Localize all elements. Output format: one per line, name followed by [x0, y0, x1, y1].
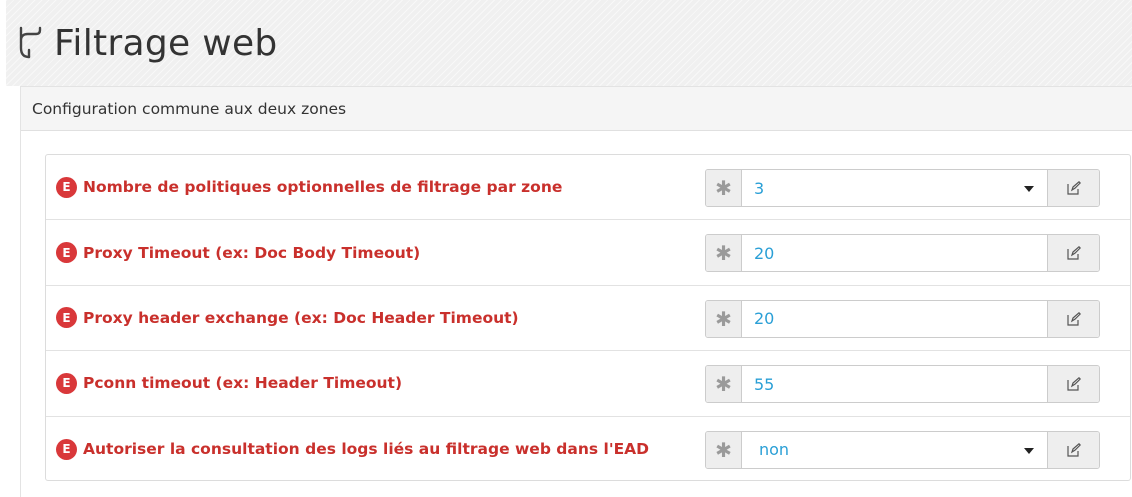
field-label-text: Proxy header exchange (ex: Doc Header Ti…	[83, 308, 519, 327]
select-value-area[interactable]: 3	[742, 170, 1047, 206]
form-row: E Pconn timeout (ex: Header Timeout) ✱ 5…	[46, 351, 1130, 417]
edit-button[interactable]	[1047, 431, 1099, 468]
form-box: E Nombre de politiques optionnelles de f…	[45, 154, 1131, 481]
chevron-down-icon	[1024, 186, 1034, 192]
pconn-timeout-field[interactable]: ✱ 55	[705, 365, 1100, 404]
edit-icon	[1066, 377, 1081, 391]
field-label-text: Pconn timeout (ex: Header Timeout)	[83, 374, 403, 393]
text-input[interactable]: 20	[742, 301, 1047, 337]
policies-select[interactable]: ✱ 3	[705, 169, 1100, 207]
page-title-text: Filtrage web	[54, 22, 278, 64]
field-label: E Proxy Timeout (ex: Doc Body Timeout)	[56, 220, 420, 284]
chevron-down-icon	[1024, 447, 1034, 454]
edit-icon	[1066, 311, 1081, 326]
field-label: E Nombre de politiques optionnelles de f…	[56, 155, 562, 219]
asterisk-icon: ✱	[706, 235, 742, 272]
asterisk-icon: ✱	[706, 431, 742, 468]
edit-button[interactable]	[1047, 235, 1099, 272]
select-value: non	[759, 440, 790, 460]
select-value-area[interactable]: non	[742, 431, 1047, 468]
ead-logs-select[interactable]: ✱ non	[705, 430, 1100, 469]
edit-button[interactable]	[1047, 170, 1099, 206]
input-value: 20	[754, 309, 775, 329]
form-row: E Proxy header exchange (ex: Doc Header …	[46, 286, 1130, 352]
page-title: Filtrage web	[16, 18, 278, 68]
field-label: E Proxy header exchange (ex: Doc Header …	[56, 286, 519, 350]
expert-badge-icon: E	[56, 176, 77, 198]
input-value: 20	[754, 243, 775, 263]
form-row: E Proxy Timeout (ex: Doc Body Timeout) ✱…	[46, 220, 1130, 286]
asterisk-icon: ✱	[706, 366, 742, 403]
select-value: 3	[754, 178, 765, 198]
text-input[interactable]: 55	[742, 366, 1047, 402]
expert-badge-icon: E	[56, 242, 77, 264]
edit-button[interactable]	[1047, 366, 1099, 403]
panel-heading: Configuration commune aux deux zones	[21, 87, 1132, 131]
proxy-header-exchange-field[interactable]: ✱ 20	[705, 299, 1100, 338]
field-label: E Pconn timeout (ex: Header Timeout)	[56, 351, 402, 415]
edit-icon	[1066, 181, 1081, 195]
expert-badge-icon: E	[56, 372, 77, 394]
field-label: E Autoriser la consultation des logs lié…	[56, 417, 649, 482]
field-label-text: Proxy Timeout (ex: Doc Body Timeout)	[83, 243, 421, 262]
form-row: E Autoriser la consultation des logs lié…	[46, 417, 1130, 482]
edit-button[interactable]	[1047, 300, 1099, 337]
edit-icon	[1066, 246, 1081, 260]
expert-badge-icon: E	[56, 307, 77, 329]
field-label-text: Nombre de politiques optionnelles de fil…	[83, 178, 563, 197]
config-panel: Configuration commune aux deux zones E N…	[20, 86, 1132, 497]
asterisk-icon: ✱	[706, 300, 742, 337]
asterisk-icon: ✱	[706, 170, 742, 206]
input-value: 55	[754, 374, 775, 394]
expert-badge-icon: E	[56, 438, 77, 460]
fork-branch-icon	[16, 26, 42, 60]
proxy-timeout-field[interactable]: ✱ 20	[705, 234, 1100, 273]
edit-icon	[1066, 442, 1081, 457]
form-row: E Nombre de politiques optionnelles de f…	[46, 155, 1130, 221]
field-label-text: Autoriser la consultation des logs liés …	[83, 440, 650, 459]
text-input[interactable]: 20	[742, 235, 1047, 271]
